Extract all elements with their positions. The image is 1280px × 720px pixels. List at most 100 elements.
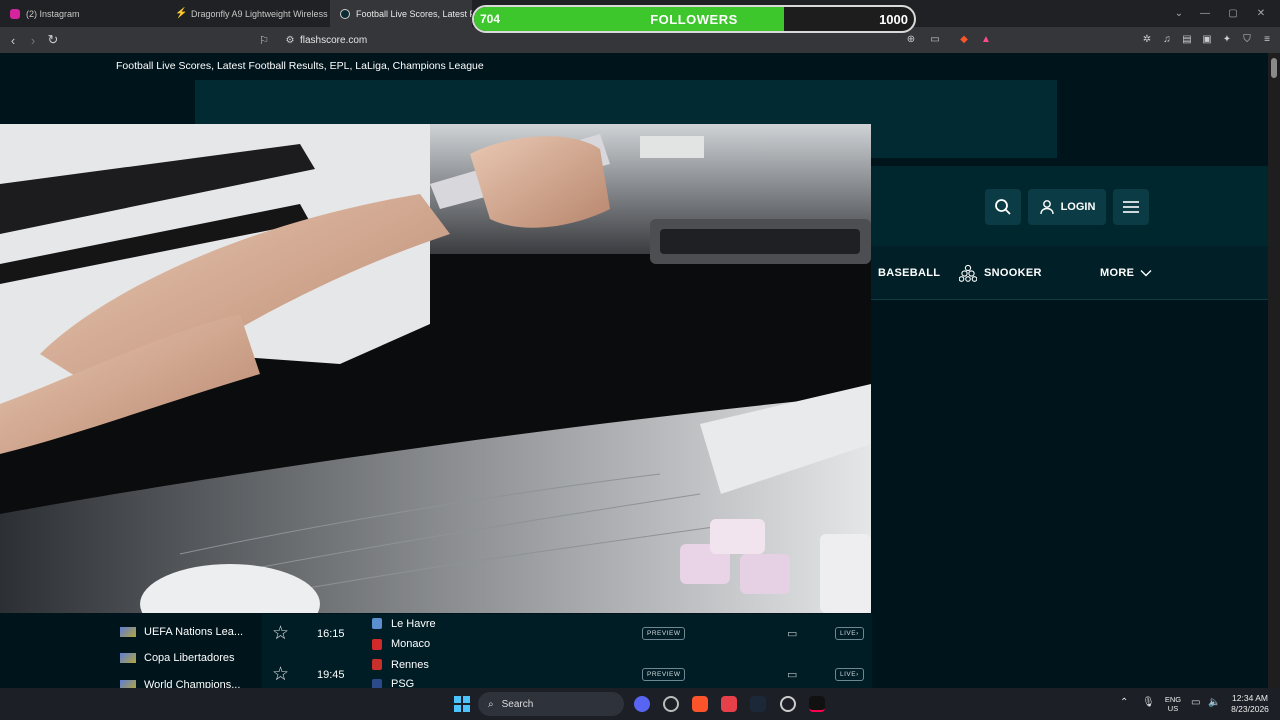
vpn-icon[interactable]: ⛉ [1240,32,1254,46]
sport-label: MORE [1100,267,1135,279]
user-icon [1039,200,1054,215]
steam-helper-icon[interactable] [663,696,679,712]
hamburger-menu-button[interactable] [1113,189,1149,225]
forward-icon[interactable]: › [23,27,43,53]
tiktok-icon[interactable] [809,696,825,712]
sport-more[interactable]: MORE [1100,246,1152,300]
match-time: 16:15 [317,628,345,640]
team-crest-icon [372,639,382,650]
obs-icon[interactable] [780,696,796,712]
brave-icon[interactable] [692,696,708,712]
adobe-icon[interactable] [721,696,737,712]
tray-chevron-icon[interactable]: ⌃ [1120,697,1128,708]
close-icon[interactable]: ✕ [1248,0,1274,27]
tab-label: (2) Instagram [26,8,80,19]
webcam-feed-image [0,124,871,613]
league-name: Copa Libertadores [144,652,235,664]
page-title: Football Live Scores, Latest Football Re… [116,60,484,72]
sport-label: SNOOKER [984,267,1042,279]
match-row[interactable] [262,655,872,688]
clock-date: 8/23/2026 [1231,704,1269,714]
league-item[interactable]: Copa Libertadores [120,648,235,668]
live-label: LIVE [840,671,857,678]
language-indicator[interactable]: ENG US [1163,695,1183,713]
brave-rewards-icon[interactable]: ▲ [979,32,993,46]
match-row[interactable] [262,614,872,655]
zoom-icon[interactable]: ⊕ [904,32,918,46]
chevron-down-icon [1140,270,1152,277]
brave-shields-icon[interactable]: ◆ [957,32,971,46]
volume-icon[interactable]: 🔈 [1208,697,1220,708]
url-field[interactable]: flashscore.com [300,27,367,53]
language-code: ENG [1164,695,1182,704]
wallet-icon[interactable]: ▣ [1200,32,1214,46]
tab-label: Football Live Scores, Latest Foot [356,8,472,19]
region-code: US [1167,704,1179,713]
login-button[interactable]: LOGIN [1028,189,1106,225]
follower-goal: 1000 [879,12,908,27]
team-crest-icon [372,618,382,629]
discord-icon[interactable] [634,696,650,712]
match-time: 19:45 [317,669,345,681]
tv-icon: ▭ [787,669,798,681]
windows-icon [454,696,461,703]
taskbar-search[interactable]: ⌕ Search [478,692,624,716]
home-team: Rennes [391,659,429,671]
scrollbar-thumb[interactable] [1271,58,1277,78]
follower-label: FOLLOWERS [650,12,738,27]
search-placeholder: Search [501,698,534,710]
instagram-icon [10,8,20,19]
search-icon: ⌕ [488,698,494,710]
search-icon [995,199,1011,215]
league-flag-icon [120,627,136,637]
flashscore-icon [340,8,350,19]
hamburger-icon [1123,201,1139,213]
reload-icon[interactable]: ↻ [43,27,63,53]
favorite-star-icon[interactable]: ☆ [272,663,289,686]
snooker-icon [959,264,977,282]
follower-goal-bar: 704 FOLLOWERS 1000 [472,5,916,33]
sport-label: BASEBALL [878,267,941,279]
tv-icon: ▭ [787,628,798,640]
home-team: Le Havre [391,618,436,630]
maximize-icon[interactable]: ▢ [1220,0,1246,27]
tab-dragonfly[interactable]: ⚡ Dragonfly A9 Lightweight Wireless M [165,0,330,27]
menu-icon[interactable]: ≡ [1260,32,1274,46]
sidebar-icon[interactable]: ▤ [1180,32,1194,46]
cast-icon[interactable]: ▭ [928,32,942,46]
back-icon[interactable]: ‹ [3,27,23,53]
tab-instagram[interactable]: (2) Instagram [0,0,165,27]
media-icon[interactable]: ♫ [1160,32,1174,46]
favorite-star-icon[interactable]: ☆ [272,622,289,645]
preview-button[interactable]: PREVIEW [642,627,686,640]
leo-icon[interactable]: ✦ [1220,32,1234,46]
league-item[interactable]: UEFA Nations Lea... [120,622,243,642]
clock-time: 12:34 AM [1232,693,1268,703]
league-name: UEFA Nations Lea... [144,626,244,638]
live-label: LIVE [840,630,857,637]
sport-snooker[interactable]: SNOOKER [959,246,1042,300]
search-button[interactable] [985,189,1021,225]
away-team: Monaco [391,638,431,650]
dragonfly-icon: ⚡ [175,7,188,19]
team-crest-icon [372,659,382,670]
tab-search-icon[interactable]: ⌄ [1166,0,1192,27]
minimize-icon[interactable]: — [1192,0,1218,27]
start-button[interactable] [454,696,470,712]
site-info-icon[interactable]: ⚙ [280,27,300,53]
tab-label: Dragonfly A9 Lightweight Wireless M [191,8,330,19]
sport-baseball[interactable]: BASEBALL [878,246,940,300]
steam-icon[interactable] [750,696,766,712]
system-clock[interactable]: 12:34 AM 8/23/2026 [1228,693,1272,715]
extensions-icon[interactable]: ✲ [1140,32,1154,46]
page-scrollbar[interactable] [1268,53,1280,688]
live-button[interactable]: LIVE› [835,627,864,640]
preview-button[interactable]: PREVIEW [642,668,686,681]
login-label: LOGIN [1060,201,1096,213]
live-button[interactable]: LIVE› [835,668,864,681]
league-flag-icon [120,653,136,663]
tab-flashscore[interactable]: Football Live Scores, Latest Foot [330,0,472,27]
bookmark-icon[interactable]: ⚐ [254,27,274,53]
network-icon[interactable]: ▭ [1191,697,1200,708]
mic-icon[interactable]: 🎙 [1142,697,1155,708]
